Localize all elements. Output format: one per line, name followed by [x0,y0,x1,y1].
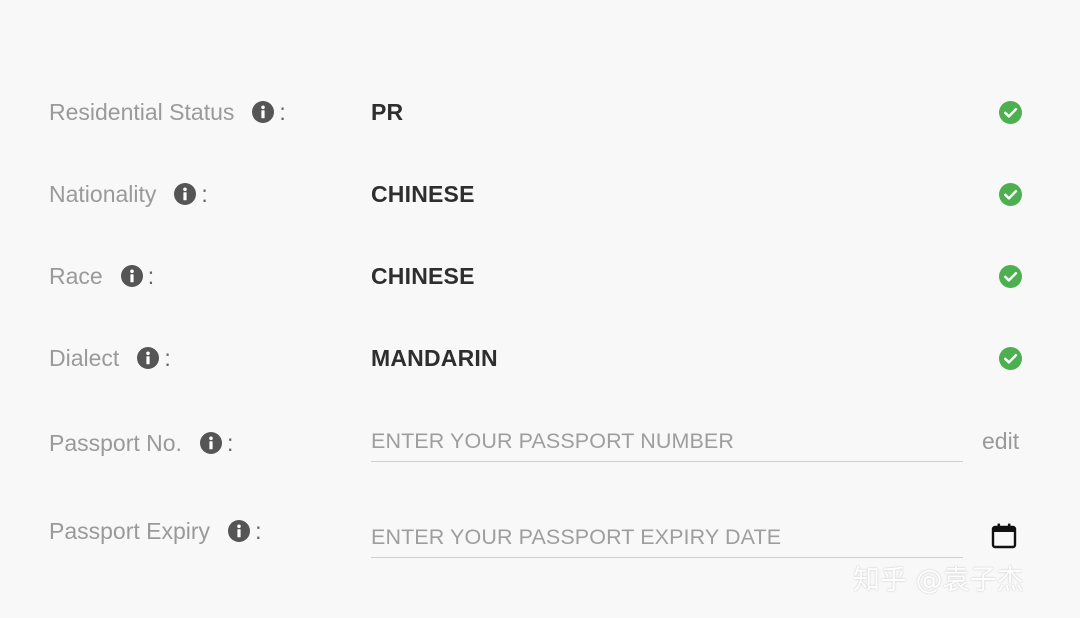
field-value-dialect: MANDARIN [371,344,498,371]
field-label-text: Dialect [49,344,120,371]
label-colon: : [226,429,234,456]
field-label-nationality: Nationality : [49,164,208,224]
label-colon: : [201,180,208,207]
passport-number-input[interactable] [371,421,963,461]
field-label-text: Race [49,262,103,289]
field-label-passport-expiry: Passport Expiry : [49,501,261,561]
field-row-dialect: Dialect : MANDARIN [0,328,1080,388]
field-label-residential-status: Residential Status : [49,82,286,142]
personal-details-form: Residential Status : PR Nationality : CH… [0,0,1080,618]
info-icon[interactable] [199,432,222,454]
field-row-nationality: Nationality : CHINESE [0,164,1080,224]
field-value-race: CHINESE [371,262,475,289]
field-label-text: Residential Status [49,98,235,125]
check-circle-icon [999,101,1022,124]
field-row-residential-status: Residential Status : PR [0,82,1080,142]
check-circle-icon [999,183,1022,206]
field-value-nationality: CHINESE [371,180,475,207]
info-icon[interactable] [252,101,275,123]
label-colon: : [147,262,155,289]
field-value-residential-status: PR [371,98,404,125]
field-label-race: Race : [49,246,154,306]
field-label-dialect: Dialect : [49,328,171,388]
calendar-icon[interactable] [990,522,1018,550]
field-row-race: Race : CHINESE [0,246,1080,306]
field-label-text: Nationality [49,180,157,207]
field-label-text: Passport Expiry [49,517,211,544]
label-colon: : [279,98,286,125]
passport-expiry-field-wrap [371,517,963,558]
label-colon: : [164,344,171,371]
check-circle-icon [999,265,1022,288]
field-label-text: Passport No. [49,429,182,456]
watermark-text: 知乎 @袁子杰 [853,565,1024,596]
field-label-passport-number: Passport No. : [49,413,233,473]
edit-passport-number-link[interactable]: edit [982,428,1019,455]
info-icon[interactable] [137,347,160,369]
label-colon: : [255,517,262,544]
check-circle-icon [999,347,1022,370]
passport-expiry-input[interactable] [371,517,963,557]
passport-number-field-wrap [371,421,963,462]
info-icon[interactable] [174,183,197,205]
info-icon[interactable] [228,520,251,542]
info-icon[interactable] [120,265,143,287]
